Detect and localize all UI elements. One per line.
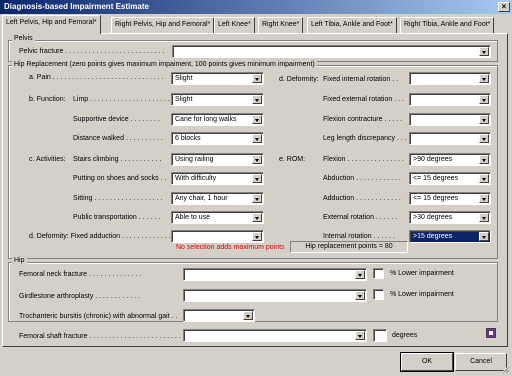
rom-label: e. ROM: [279,156,306,163]
distance-walked-select[interactable]: 6 blocks [171,132,264,145]
hip-replacement-points: Hip replacement points = 80 [290,241,408,253]
tab-right-knee[interactable]: Right Knee* [258,17,304,33]
chevron-down-icon [479,134,489,143]
chevron-down-icon [355,291,365,300]
chevron-down-icon [252,194,262,203]
abduction-select[interactable]: <= 15 degrees [409,172,491,185]
pelvic-fracture-label: Pelvic fracture . . . . . . . . . . . . … [19,48,165,55]
femoral-neck-fracture-label: Femoral neck fracture . . . . . . . . . … [19,271,142,278]
femoral-neck-fracture-select[interactable] [183,268,367,281]
chevron-down-icon [355,270,365,279]
trochanteric-bursitis-label: Trochanteric bursitis (chronic) with abn… [19,313,178,320]
external-rotation-label: External rotation . . . . . . [323,214,398,221]
tab-right-tibia-ankle-foot[interactable]: Right Tibia, Ankle and Foot* [400,17,495,33]
femoral-shaft-fracture-select[interactable] [183,329,367,342]
ok-button[interactable]: OK [400,352,454,372]
chevron-down-icon [479,213,489,222]
tab-right-pelvis-hip-femoral[interactable]: Right Pelvis, Hip and Femoral* [111,17,215,33]
tab-left-knee[interactable]: Left Knee* [214,17,255,33]
resize-grip-icon[interactable] [500,364,510,374]
public-transport-label: Public transportation . . . . . . [73,214,161,221]
chevron-down-icon [479,47,489,56]
public-transport-select[interactable]: Able to use [171,211,264,224]
girdlestone-percent-label: % Lower impairment [390,291,454,298]
pain-select[interactable]: Slight [171,72,264,85]
stairs-label: Stairs climbing . . . . . . . . . . . [73,156,162,163]
leg-length-label: Leg length discrepancy . . . [323,135,407,142]
hip-replacement-group-label: Hip Replacement (zero points gives maxim… [12,61,317,68]
degrees-label: degrees [392,332,418,339]
pain-label: a. Pain . . . . . . . . . . . . . . . . … [29,74,164,81]
flexion-contracture-select[interactable] [409,113,491,126]
chevron-down-icon [479,74,489,83]
internal-rotation-label: Internal rotation . . . . . . [323,233,395,240]
chevron-down-icon [252,155,262,164]
shoes-socks-select[interactable]: With difficulty [171,172,264,185]
girdlestone-percent-checkbox[interactable] [373,289,384,300]
leg-length-select[interactable] [409,132,491,145]
close-icon: × [501,2,507,11]
fixed-external-rotation-select[interactable] [409,93,491,106]
limp-select[interactable]: Slight [171,93,264,106]
chevron-down-icon [479,194,489,203]
window-title: Diagnosis-based Impairment Estimate [4,2,149,11]
fixed-external-rotation-label: Fixed external rotation . . . [323,96,404,103]
chevron-down-icon [252,232,262,241]
chevron-down-icon [252,213,262,222]
fixed-internal-rotation-label: Fixed internal rotation . . [323,76,399,83]
deformity-label: d. Deformity: [279,76,319,83]
adduction-select[interactable]: <= 15 degrees [409,192,491,205]
supportive-device-select[interactable]: Cane for long walks [171,113,264,126]
chevron-down-icon [252,74,262,83]
no-selection-warning: No selection adds maximum points [176,244,285,251]
trochanteric-bursitis-select[interactable] [183,309,255,322]
degrees-input[interactable] [373,329,387,342]
girdlestone-select[interactable] [183,289,367,302]
femoral-neck-percent-checkbox[interactable] [373,268,384,279]
function-label: b. Function: [29,96,66,103]
pelvic-fracture-select[interactable] [172,45,491,58]
fixed-internal-rotation-select[interactable] [409,72,491,85]
hip-group-label: Hip [12,257,27,264]
chevron-down-icon [479,155,489,164]
edit-icon[interactable] [486,328,496,338]
external-rotation-select[interactable]: >30 degrees [409,211,491,224]
sitting-select[interactable]: Any chair, 1 hour [171,192,264,205]
chevron-down-icon [355,331,365,340]
fixed-adduction-label: d. Deformity: Fixed adduction . . . . . … [29,233,194,240]
flexion-contracture-label: Flexion contracture . . . . . [323,116,402,123]
activities-label: c. Activities: [29,156,66,163]
femoral-neck-percent-label: % Lower impairment [390,270,454,277]
chevron-down-icon [252,174,262,183]
chevron-down-icon [479,174,489,183]
title-bar: Diagnosis-based Impairment Estimate × [0,0,512,14]
flexion-select[interactable]: >90 degrees [409,153,491,166]
shoes-socks-label: Putting on shoes and socks . . [73,175,167,182]
abduction-label: Abduction . . . . . . . . . . . . [323,175,401,182]
fixed-adduction-select[interactable] [171,230,264,243]
chevron-down-icon [252,95,262,104]
chevron-down-icon [479,115,489,124]
tab-left-pelvis-hip-femoral[interactable]: Left Pelvis, Hip and Femoral* [2,15,101,34]
chevron-down-icon [252,134,262,143]
tab-left-tibia-ankle-foot[interactable]: Left Tibia, Ankle and Foot* [307,17,397,33]
supportive-device-label: Supportive device . . . . . . . . [73,116,160,123]
femoral-shaft-fracture-label: Femoral shaft fracture . . . . . . . . .… [19,333,189,340]
sitting-label: Sitting . . . . . . . . . . . . . . . . … [73,195,163,202]
girdlestone-label: Girdlestone arthroplasty . . . . . . . .… [19,293,140,300]
chevron-down-icon [252,115,262,124]
flexion-label: Flexion . . . . . . . . . . . . . . . [323,156,404,163]
chevron-down-icon [243,311,253,320]
stairs-select[interactable]: Using railing [171,153,264,166]
close-button[interactable]: × [498,2,510,12]
limp-label: Limp . . . . . . . . . . . . . . . . . .… [73,96,174,103]
internal-rotation-select[interactable]: >15 degrees [409,230,491,243]
adduction-label: Adduction . . . . . . . . . . . . [323,195,401,202]
chevron-down-icon [479,95,489,104]
distance-walked-label: Distance walked . . . . . . . . . . [73,135,163,142]
pelvis-group-label: Pelvis [12,35,35,42]
chevron-down-icon [479,232,489,241]
